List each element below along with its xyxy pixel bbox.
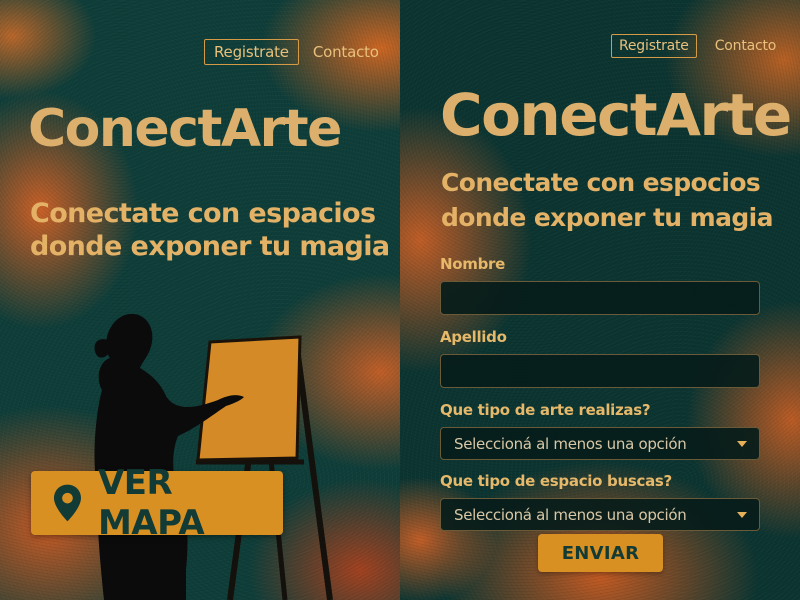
art-type-placeholder: Seleccioná al menos una opción [454, 434, 687, 453]
tagline-line-1: Conectate con espocios [441, 168, 761, 197]
submit-button[interactable]: ENVIAR [538, 534, 663, 572]
tagline: Conectate con espocios donde exponer tu … [441, 166, 781, 235]
tagline: Conectate con espacios donde exponer tu … [30, 198, 390, 262]
space-type-placeholder: Seleccioná al menos una opción [454, 505, 687, 524]
contact-link[interactable]: Contacto [715, 38, 777, 54]
view-map-label: VER MAPA [97, 463, 205, 543]
top-nav: Registrate Contacto [611, 34, 776, 58]
first-name-field[interactable] [440, 281, 760, 315]
chevron-down-icon [737, 511, 747, 518]
register-button[interactable]: Registrate [611, 34, 697, 58]
map-pin-icon [53, 484, 81, 522]
chevron-down-icon [737, 440, 747, 447]
register-button[interactable]: Registrate [204, 39, 299, 65]
artist-painting-illustration [94, 313, 333, 600]
last-name-field[interactable] [440, 354, 760, 388]
space-type-label: Que tipo de espacio buscas? [440, 472, 672, 490]
registration-form: Nombre Apellido Que tipo de arte realiza… [440, 255, 760, 543]
space-type-select[interactable]: Seleccioná al menos una opción [440, 498, 760, 531]
last-name-label: Apellido [440, 328, 507, 346]
contact-link[interactable]: Contacto [313, 43, 379, 61]
first-name-label: Nombre [440, 255, 505, 273]
top-nav: Registrate Contacto [204, 39, 379, 65]
art-type-label: Que tipo de arte realizas? [440, 401, 651, 419]
art-type-select[interactable]: Seleccioná al menos una opción [440, 427, 760, 460]
brand-title: ConectArte [440, 81, 792, 149]
brand-title: ConectArte [28, 99, 342, 159]
view-map-button[interactable]: VER MAPA [31, 463, 283, 543]
tagline-line-2: donde exponer tu magia [441, 202, 773, 232]
register-panel: Registrate Contacto ConectArte Conectate… [400, 0, 800, 600]
landing-panel: Registrate Contacto ConectArte Conectate… [0, 0, 400, 600]
